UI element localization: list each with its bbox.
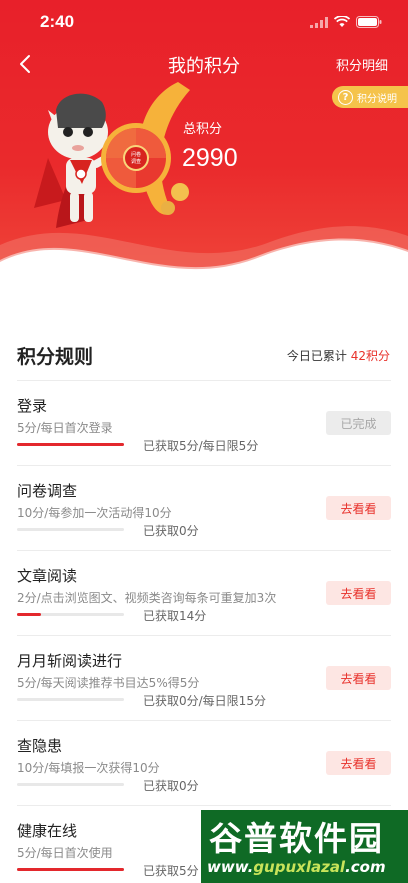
rule-description: 10分/每填报一次获得10分	[17, 761, 160, 775]
watermark-title: 谷普软件园	[209, 819, 384, 858]
rule-item: 问卷调查 10分/每参加一次活动得10分已获取0分 去看看	[0, 466, 408, 551]
rule-item: 登录 5分/每日首次登录已获取5分/每日限5分 已完成	[0, 381, 408, 466]
go-look-button[interactable]: 去看看	[326, 496, 391, 520]
go-look-button[interactable]: 去看看	[326, 751, 391, 775]
status-bar: 2:40	[0, 0, 408, 44]
status-time: 2:40	[40, 12, 75, 31]
rule-item: 文章阅读 2分/点击浏览图文、视频类咨询每条可重复加3次已获取14分 去看看	[0, 551, 408, 636]
rule-progress-bar	[17, 528, 124, 531]
rule-name: 月月斩阅读进行	[17, 652, 123, 670]
total-points-label: 总积分	[183, 122, 223, 137]
rule-progress-bar	[17, 698, 124, 701]
rule-description: 5分/每日首次登录	[17, 421, 113, 435]
rule-progress-text: 已获取0分/每日限15分	[143, 694, 266, 708]
rule-description: 2分/点击浏览图文、视频类咨询每条可重复加3次	[17, 591, 277, 605]
today-points: 42积分	[350, 348, 390, 363]
completed-button: 已完成	[326, 411, 391, 435]
prize-wheel-graphic: 问卷 调查	[101, 123, 171, 193]
today-accumulated-label: 今日已累计	[286, 348, 347, 363]
rule-progress-fill	[17, 443, 124, 446]
rule-description: 5分/每天阅读推荐书目达5%得5分	[17, 676, 200, 690]
rule-progress-text: 已获取5分	[143, 864, 199, 878]
watermark-url: www.gupuxlazal.com	[207, 858, 386, 876]
rule-progress-fill	[17, 868, 124, 871]
points-detail-link[interactable]: 积分明细	[336, 55, 388, 74]
rule-progress-text: 已获取0分	[143, 779, 199, 793]
rule-progress-bar	[17, 443, 124, 446]
watermark-url-prefix: www.	[207, 858, 254, 876]
rules-header: 积分规则 今日已累计 42积分	[0, 330, 408, 380]
signal-icon	[310, 16, 328, 28]
points-help-label: 积分说明	[357, 93, 397, 105]
points-help-button[interactable]: ? 积分说明	[332, 86, 408, 108]
status-icons	[310, 16, 382, 28]
rule-name: 问卷调查	[17, 482, 78, 500]
rule-progress-bar	[17, 868, 124, 871]
rule-progress-text: 已获取14分	[143, 609, 207, 623]
question-circle-icon: ?	[338, 89, 353, 105]
rule-progress-fill	[17, 613, 41, 616]
watermark-url-main: gupuxlazal	[253, 858, 346, 876]
rule-progress-text: 已获取5分/每日限5分	[143, 439, 259, 453]
rule-progress-text: 已获取0分	[143, 524, 199, 538]
total-points-value: 2990	[182, 144, 238, 172]
today-accumulated: 今日已累计 42积分	[287, 347, 390, 364]
rule-description: 10分/每参加一次活动得10分	[17, 506, 172, 520]
rule-item: 月月斩阅读进行 5分/每天阅读推荐书目达5%得5分已获取0分/每日限15分 去看看	[0, 636, 408, 721]
watermark-logo: 谷普软件园 www.gupuxlazal.com	[201, 810, 408, 883]
rules-title: 积分规则	[17, 345, 94, 368]
go-look-button[interactable]: 去看看	[326, 666, 391, 690]
nav-bar: 我的积分 积分明细	[0, 44, 408, 84]
watermark-url-suffix: .com	[345, 858, 386, 876]
rule-name: 文章阅读	[17, 567, 78, 585]
wifi-icon	[334, 16, 350, 27]
rule-name: 查隐患	[17, 737, 63, 755]
rule-description: 5分/每日首次使用	[17, 846, 113, 860]
wheel-center-line1: 问卷	[131, 151, 141, 158]
rule-name: 登录	[17, 397, 48, 415]
go-look-button[interactable]: 去看看	[326, 581, 391, 605]
rule-progress-bar	[17, 613, 124, 616]
rule-progress-bar	[17, 783, 124, 786]
rule-name: 健康在线	[17, 822, 78, 840]
battery-icon	[356, 16, 382, 28]
rule-item: 查隐患 10分/每填报一次获得10分已获取0分 去看看	[0, 721, 408, 806]
wheel-center-line2: 调查	[131, 158, 141, 165]
